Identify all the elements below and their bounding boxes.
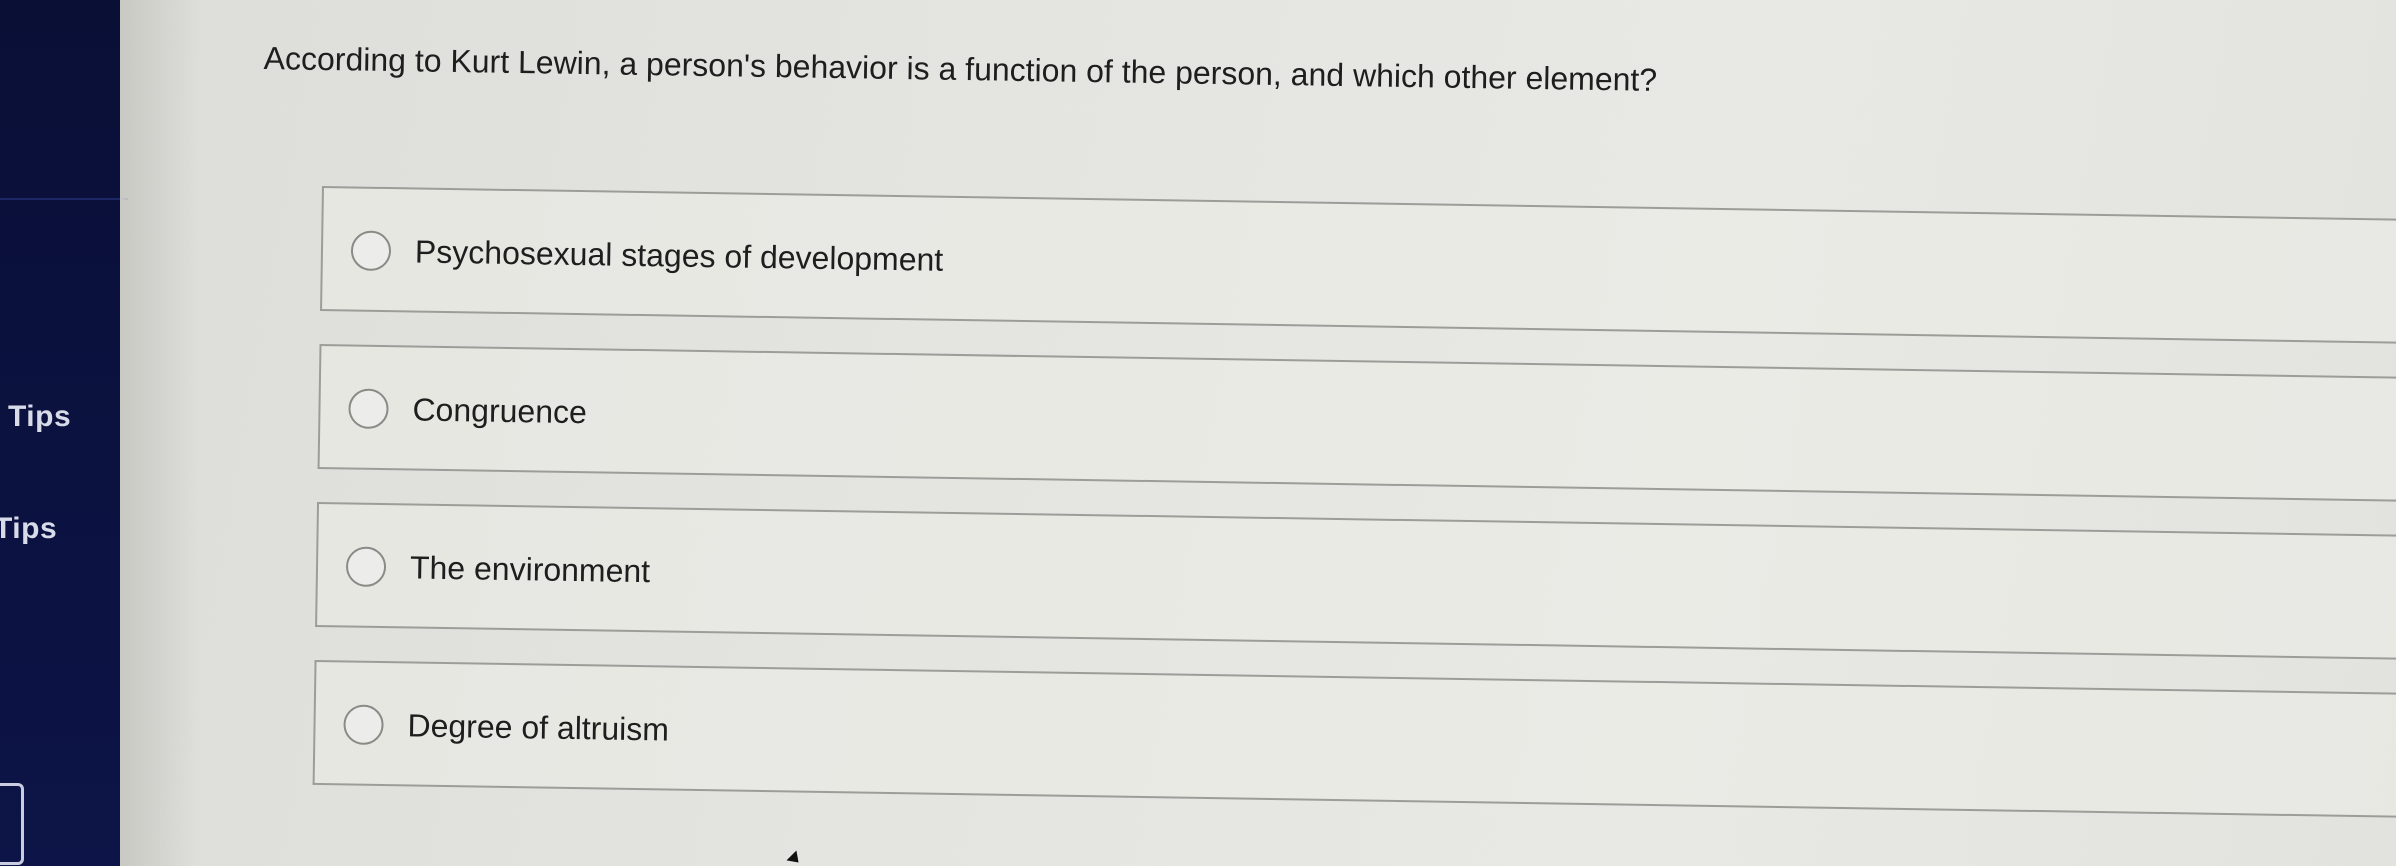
answer-option-environment[interactable]: The environment <box>315 501 2396 660</box>
sidebar-tips-link-secondary[interactable]: Tips <box>0 512 57 546</box>
sidebar-edge-button[interactable] <box>0 783 24 865</box>
left-sidebar: Tips Tips <box>0 0 128 866</box>
answer-option-label: The environment <box>409 549 651 590</box>
sidebar-shadow <box>120 0 200 866</box>
answer-option-congruence[interactable]: Congruence <box>317 343 2396 502</box>
answer-option-label: Psychosexual stages of development <box>414 233 944 278</box>
answer-option-label: Degree of altruism <box>407 707 670 748</box>
answer-option-psychosexual[interactable]: Psychosexual stages of development <box>320 186 2396 344</box>
answer-option-altruism[interactable]: Degree of altruism <box>312 659 2396 818</box>
radio-button-icon[interactable] <box>350 230 392 272</box>
radio-button-icon[interactable] <box>348 388 389 430</box>
answer-choices: Psychosexual stages of development Congr… <box>312 186 2396 851</box>
radio-button-icon[interactable] <box>345 546 387 588</box>
radio-button-icon[interactable] <box>343 704 384 746</box>
mouse-cursor-icon <box>786 850 804 866</box>
sidebar-tips-link[interactable]: Tips <box>8 400 71 434</box>
sidebar-divider <box>0 198 128 200</box>
question-text: According to Kurt Lewin, a person's beha… <box>263 40 1658 98</box>
answer-option-label: Congruence <box>412 391 588 431</box>
